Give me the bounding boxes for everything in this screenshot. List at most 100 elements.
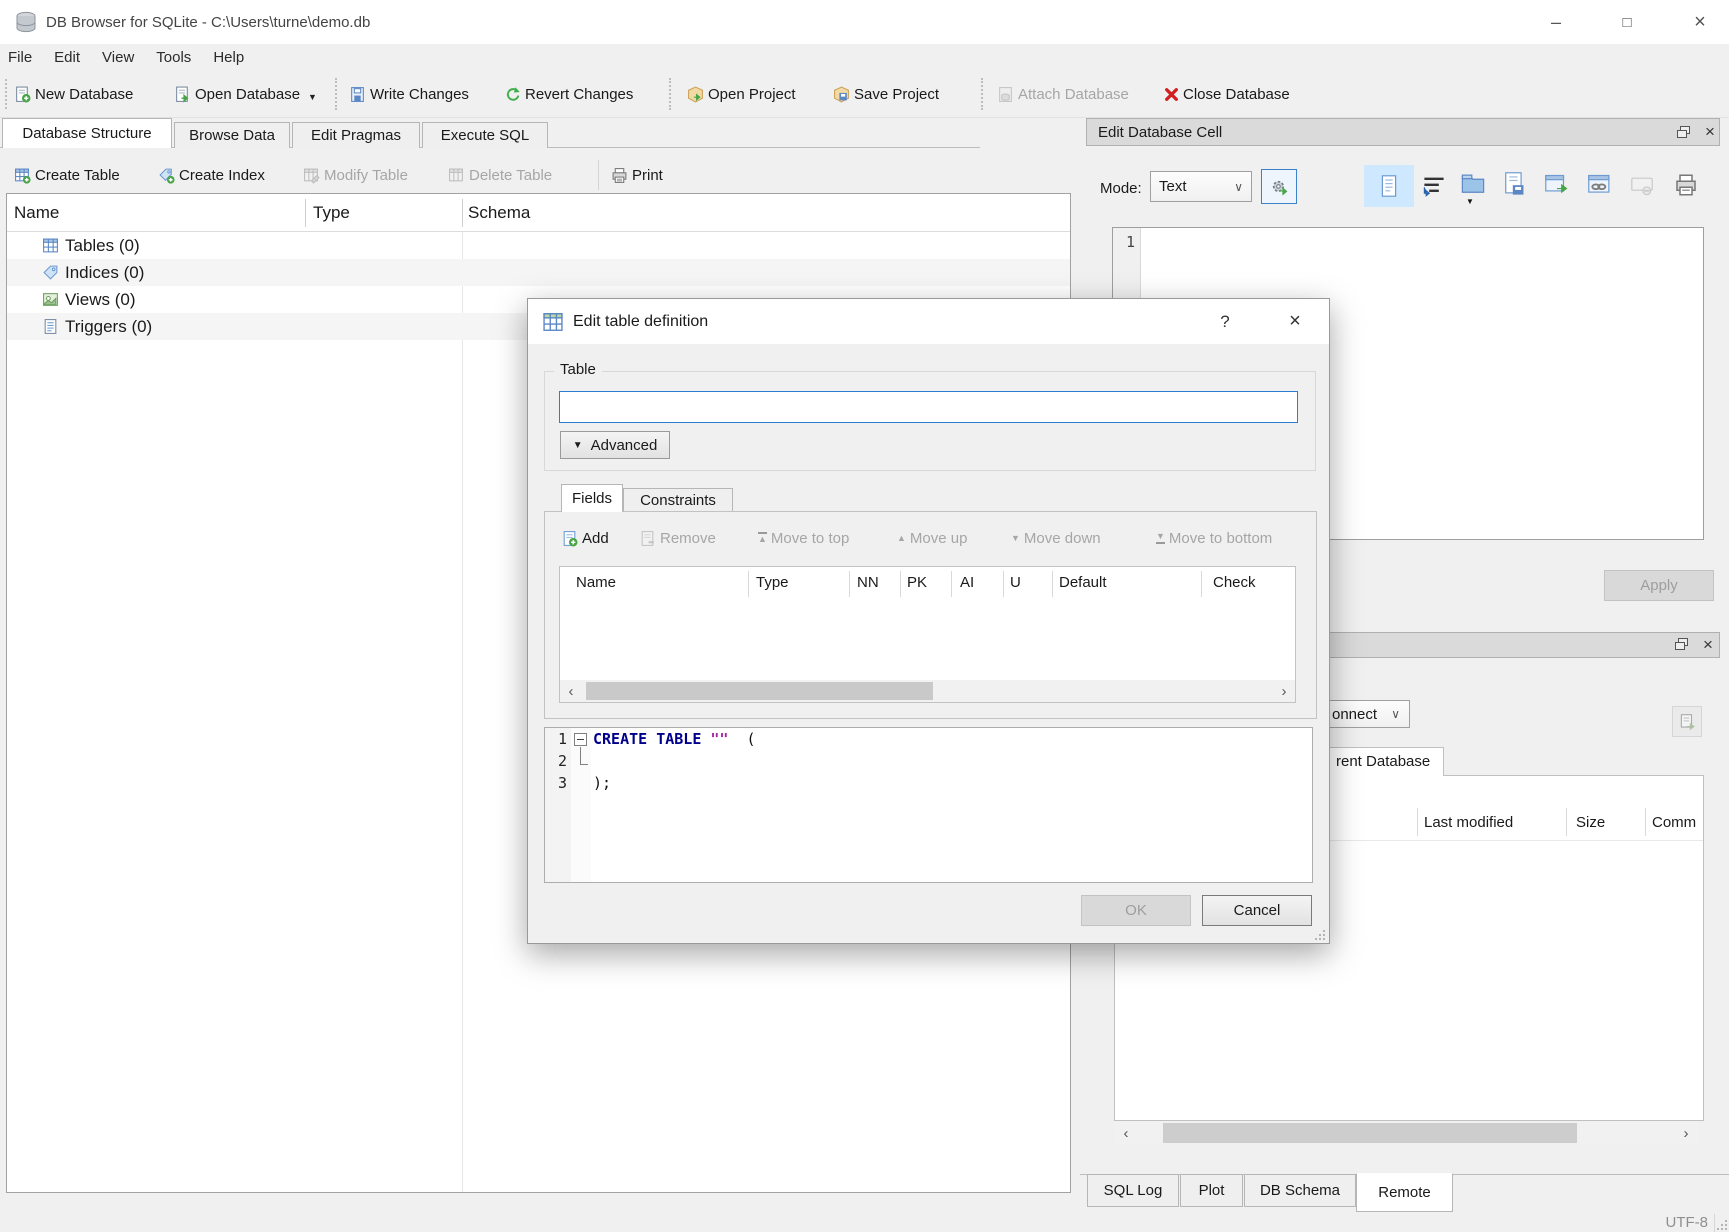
toolbar-separator (669, 78, 671, 110)
scrollbar-thumb[interactable] (1163, 1123, 1577, 1143)
move-to-top-button: ▲ Move to top (758, 523, 849, 553)
new-database-button[interactable]: New Database (14, 70, 133, 118)
remote-column-commit[interactable]: Comm (1652, 814, 1696, 831)
header-separator (1003, 571, 1004, 597)
remove-field-icon (639, 530, 656, 547)
import-data-icon[interactable] (1460, 172, 1486, 196)
statusbar-separator (1714, 1214, 1715, 1232)
tab-edit-pragmas[interactable]: Edit Pragmas (292, 122, 420, 148)
create-index-button[interactable]: Create Index (158, 152, 265, 198)
float-panel-icon[interactable] (1674, 637, 1690, 651)
import-dropdown-arrow[interactable]: ▼ (1466, 197, 1474, 206)
grid-column-u[interactable]: U (1010, 574, 1021, 591)
tree-column-schema[interactable]: Schema (468, 203, 530, 223)
scroll-left-icon[interactable]: ‹ (1114, 1121, 1138, 1145)
grid-column-nn[interactable]: NN (857, 574, 879, 591)
dock-tab-sql-log[interactable]: SQL Log (1087, 1174, 1179, 1207)
document-icon (1379, 174, 1399, 198)
edit-cell-panel-title: Edit Database Cell (1098, 124, 1222, 141)
dialog-resize-grip-icon[interactable] (1314, 929, 1326, 941)
maximize-button[interactable]: □ (1603, 0, 1651, 44)
tables-icon (42, 237, 59, 254)
resize-grip-icon[interactable] (1716, 1219, 1728, 1231)
mode-label: Mode: (1100, 180, 1142, 197)
scroll-right-icon[interactable]: › (1674, 1121, 1698, 1145)
dock-tab-plot[interactable]: Plot (1180, 1174, 1243, 1207)
sql-keyword: CREATE TABLE (593, 730, 701, 748)
add-field-button[interactable]: Add (561, 523, 609, 553)
dialog-tab-constraints[interactable]: Constraints (623, 488, 733, 512)
header-separator (748, 571, 749, 597)
print-cell-icon[interactable] (1674, 173, 1698, 197)
tab-execute-sql[interactable]: Execute SQL (422, 122, 548, 148)
cancel-button[interactable]: Cancel (1202, 895, 1312, 926)
gear-icon (1270, 178, 1288, 196)
create-table-button[interactable]: Create Table (14, 152, 120, 198)
menu-edit[interactable]: Edit (43, 49, 91, 66)
table-group-label: Table (554, 361, 602, 378)
tab-browse-data[interactable]: Browse Data (174, 122, 290, 148)
sql-paren: ( (747, 730, 756, 748)
save-project-button[interactable]: Save Project (833, 70, 939, 118)
link-icon[interactable] (1587, 173, 1613, 197)
grid-column-name[interactable]: Name (576, 574, 616, 591)
advanced-button[interactable]: ▼ Advanced (560, 431, 670, 459)
remote-column-size[interactable]: Size (1576, 814, 1605, 831)
text-mode-toggle[interactable] (1364, 165, 1414, 207)
tree-row-tables[interactable]: Tables (0) (7, 232, 1070, 259)
dialog-table-icon (542, 311, 564, 333)
dialog-tab-fields[interactable]: Fields (561, 484, 623, 512)
fields-grid-h-scrollbar[interactable]: ‹ › (560, 680, 1295, 702)
word-wrap-icon[interactable] (1422, 175, 1446, 197)
tab-database-structure[interactable]: Database Structure (2, 118, 172, 148)
open-database-dropdown-arrow[interactable]: ▼ (308, 92, 317, 102)
close-window-button[interactable]: × (1676, 0, 1724, 44)
fold-marker-icon[interactable] (574, 733, 587, 746)
dialog-help-button[interactable]: ? (1206, 299, 1244, 344)
tree-column-type[interactable]: Type (313, 203, 350, 223)
float-panel-icon[interactable] (1676, 125, 1692, 139)
set-null-icon (1630, 176, 1654, 196)
menu-tools[interactable]: Tools (145, 49, 202, 66)
tree-column-name[interactable]: Name (14, 203, 59, 223)
move-to-bottom-button: ▼ Move to bottom (1156, 523, 1272, 553)
close-panel-icon[interactable]: × (1696, 632, 1720, 658)
minimize-button[interactable]: – (1532, 0, 1580, 44)
tree-row-indices[interactable]: Indices (0) (7, 259, 1070, 286)
export-data-icon[interactable] (1502, 171, 1526, 197)
auto-switch-mode-button[interactable] (1261, 169, 1297, 204)
print-button[interactable]: Print (611, 152, 663, 198)
grid-column-ai[interactable]: AI (960, 574, 974, 591)
app-db-icon (14, 10, 38, 34)
remote-h-scrollbar[interactable]: ‹ › (1114, 1121, 1698, 1145)
table-name-input[interactable] (559, 391, 1298, 423)
menu-view[interactable]: View (91, 49, 145, 66)
dialog-close-button[interactable]: × (1274, 299, 1316, 344)
scroll-right-icon[interactable]: › (1273, 680, 1295, 702)
save-project-icon (833, 86, 850, 103)
sql-line-3: ); (593, 774, 611, 792)
write-changes-button[interactable]: Write Changes (349, 70, 469, 118)
grid-column-pk[interactable]: PK (907, 574, 927, 591)
revert-changes-button[interactable]: Revert Changes (504, 70, 633, 118)
remote-column-last-modified[interactable]: Last modified (1424, 814, 1513, 831)
header-separator (951, 571, 952, 597)
dock-tab-db-schema[interactable]: DB Schema (1244, 1174, 1356, 1207)
grid-column-check[interactable]: Check (1213, 574, 1256, 591)
dock-tab-remote[interactable]: Remote (1356, 1173, 1453, 1212)
mode-select[interactable]: Text ∨ (1150, 171, 1252, 202)
menu-file[interactable]: File (0, 49, 43, 66)
close-panel-icon[interactable]: × (1698, 118, 1722, 146)
close-database-button[interactable]: Close Database (1164, 70, 1290, 118)
toolbar-separator (335, 78, 337, 110)
open-database-button[interactable]: Open Database (174, 70, 300, 118)
move-up-button: ▲ Move up (897, 523, 967, 553)
menu-help[interactable]: Help (202, 49, 255, 66)
scrollbar-thumb[interactable] (586, 682, 933, 700)
scroll-left-icon[interactable]: ‹ (560, 680, 582, 702)
open-project-button[interactable]: Open Project (687, 70, 796, 118)
open-in-app-icon[interactable] (1544, 173, 1570, 197)
clone-database-button (1672, 706, 1702, 737)
grid-column-default[interactable]: Default (1059, 574, 1107, 591)
grid-column-type[interactable]: Type (756, 574, 789, 591)
